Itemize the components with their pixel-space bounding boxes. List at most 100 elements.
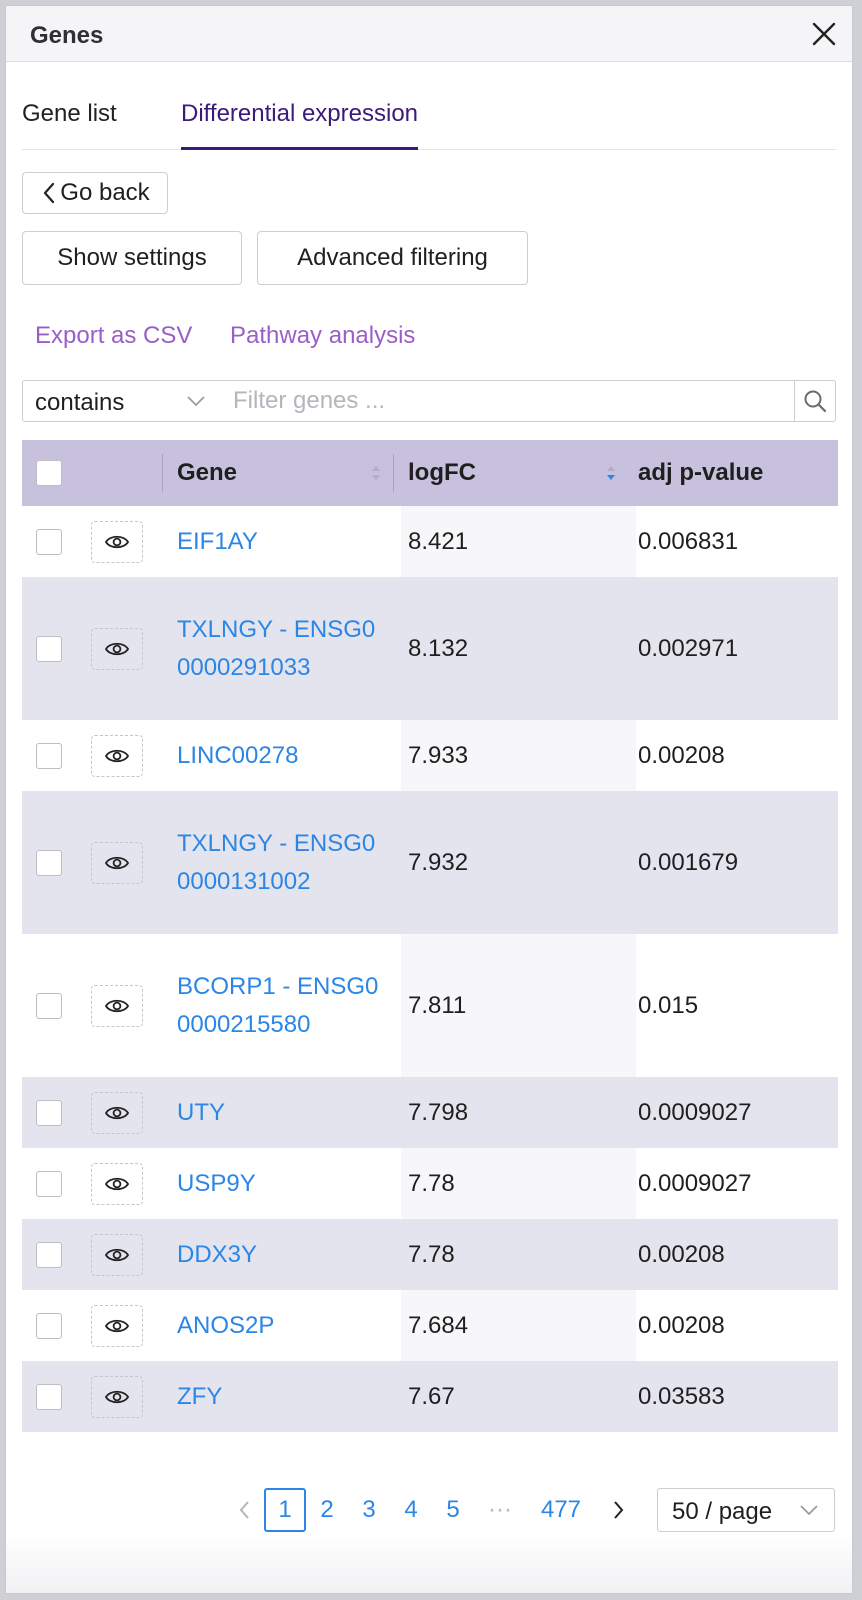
page-size-select[interactable]: 50 / page	[657, 1488, 835, 1532]
eye-icon	[104, 642, 130, 655]
table-row: DDX3Y 7.78 0.00208	[22, 1219, 838, 1290]
logfc-cell: 7.684	[408, 1311, 469, 1339]
adj-pvalue-cell: 0.00208	[638, 741, 725, 769]
chevron-down-icon	[187, 396, 205, 407]
view-gene-button[interactable]	[91, 627, 143, 670]
go-back-label: Go back	[60, 179, 150, 206]
gene-link[interactable]: TXLNGY - ENSG00000291033	[177, 611, 382, 687]
eye-icon	[104, 856, 130, 869]
column-divider	[162, 454, 163, 492]
page-5-button[interactable]: 5	[437, 1488, 469, 1532]
gene-cell: EIF1AY	[177, 506, 382, 577]
page-1-button[interactable]: 1	[264, 1488, 306, 1532]
row-checkbox[interactable]	[36, 635, 62, 662]
filter-mode-value: contains	[35, 389, 125, 416]
chevron-left-icon	[239, 1501, 249, 1519]
view-gene-button[interactable]	[91, 984, 143, 1027]
show-settings-button[interactable]: Show settings	[22, 231, 242, 285]
view-gene-button[interactable]	[91, 1091, 143, 1134]
gene-link[interactable]: ANOS2P	[177, 1307, 274, 1345]
adj-pvalue-cell: 0.006831	[638, 527, 739, 555]
view-cell	[91, 1148, 143, 1219]
view-gene-button[interactable]	[91, 520, 143, 563]
jump-next-ellipsis[interactable]: ···	[479, 1488, 521, 1532]
page-4-button[interactable]: 4	[395, 1488, 427, 1532]
row-checkbox[interactable]	[36, 1241, 62, 1268]
logfc-cell: 7.932	[408, 848, 469, 876]
adj-pvalue-cell: 0.002971	[638, 634, 739, 662]
view-gene-button[interactable]	[91, 841, 143, 884]
column-logfc[interactable]: logFC	[408, 440, 628, 506]
column-gene[interactable]: Gene	[177, 440, 397, 506]
page-3-button[interactable]: 3	[353, 1488, 385, 1532]
gene-link[interactable]: TXLNGY - ENSG00000131002	[177, 825, 382, 901]
column-adj-pvalue[interactable]: adj p-value	[638, 440, 763, 506]
gene-cell: UTY	[177, 1077, 382, 1148]
pathway-analysis-link[interactable]: Pathway analysis	[230, 322, 415, 350]
adj-pvalue-cell: 0.0009027	[638, 1169, 752, 1197]
row-checkbox[interactable]	[36, 528, 62, 555]
row-checkbox[interactable]	[36, 1312, 62, 1339]
sort-descending-icon	[607, 466, 615, 480]
table-row: TXLNGY - ENSG00000131002 7.932 0.001679	[22, 791, 838, 934]
gene-link[interactable]: USP9Y	[177, 1165, 256, 1203]
row-checkbox[interactable]	[36, 1170, 62, 1197]
gene-cell: TXLNGY - ENSG00000291033	[177, 577, 382, 720]
row-checkbox[interactable]	[36, 1383, 62, 1410]
select-cell	[36, 1219, 62, 1290]
close-icon	[812, 22, 836, 46]
view-gene-button[interactable]	[91, 1375, 143, 1418]
row-checkbox[interactable]	[36, 742, 62, 769]
page-size-value: 50 / page	[672, 1498, 773, 1525]
view-gene-button[interactable]	[91, 734, 143, 777]
gene-link[interactable]: EIF1AY	[177, 523, 258, 561]
go-back-button[interactable]: Go back	[22, 172, 168, 214]
chevron-left-icon	[44, 182, 55, 204]
logfc-cell: 7.78	[408, 1240, 455, 1268]
eye-icon	[104, 535, 130, 548]
pagination: 1 2 3 4 5 ··· 477 50 / page	[6, 1488, 852, 1532]
bottom-fade	[6, 1533, 852, 1593]
eye-icon	[104, 999, 130, 1012]
select-cell	[36, 506, 62, 577]
tab-bar: Gene list Differential expression	[22, 90, 836, 150]
gene-link[interactable]: DDX3Y	[177, 1236, 257, 1274]
view-cell	[91, 1290, 143, 1361]
adj-pvalue-cell: 0.001679	[638, 848, 739, 876]
search-button[interactable]	[794, 380, 836, 422]
page-last-button[interactable]: 477	[531, 1488, 591, 1532]
row-checkbox[interactable]	[36, 992, 62, 1019]
close-button[interactable]	[808, 18, 840, 50]
select-cell	[36, 1077, 62, 1148]
next-page-button[interactable]	[606, 1488, 630, 1532]
page-2-button[interactable]: 2	[311, 1488, 343, 1532]
logfc-cell: 7.811	[408, 991, 467, 1019]
logfc-cell: 7.67	[408, 1382, 455, 1410]
filter-genes-input[interactable]	[221, 380, 795, 422]
table-row: USP9Y 7.78 0.0009027	[22, 1148, 838, 1219]
select-cell	[36, 1148, 62, 1219]
logfc-cell: 7.78	[408, 1169, 455, 1197]
view-gene-button[interactable]	[91, 1233, 143, 1276]
gene-link[interactable]: ZFY	[177, 1378, 222, 1416]
chevron-right-icon	[614, 1501, 624, 1519]
tab-differential-expression[interactable]: Differential expression	[181, 100, 419, 150]
sort-icon	[372, 466, 380, 480]
select-all-checkbox[interactable]	[36, 460, 62, 486]
row-checkbox[interactable]	[36, 1099, 62, 1126]
advanced-filtering-button[interactable]: Advanced filtering	[257, 231, 528, 285]
gene-link[interactable]: UTY	[177, 1094, 225, 1132]
eye-icon	[104, 1106, 130, 1119]
gene-link[interactable]: LINC00278	[177, 737, 298, 775]
row-checkbox[interactable]	[36, 849, 62, 876]
column-adj-pvalue-label: adj p-value	[638, 459, 764, 486]
view-gene-button[interactable]	[91, 1162, 143, 1205]
export-csv-link[interactable]: Export as CSV	[35, 322, 192, 350]
filter-mode-select[interactable]: contains	[22, 380, 222, 422]
gene-cell: LINC00278	[177, 720, 382, 791]
tab-gene-list[interactable]: Gene list	[22, 100, 117, 150]
prev-page-button[interactable]	[234, 1488, 256, 1532]
view-gene-button[interactable]	[91, 1304, 143, 1347]
gene-link[interactable]: BCORP1 - ENSG00000215580	[177, 968, 382, 1044]
eye-icon	[104, 749, 130, 762]
